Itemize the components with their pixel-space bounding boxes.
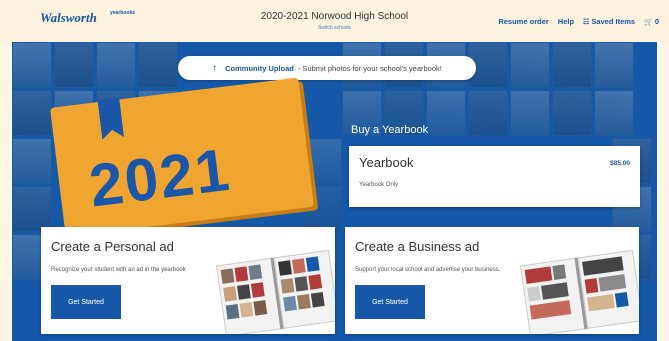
yearbook-product-card[interactable]: Yearbook $85.00 Yearbook Only (349, 146, 640, 207)
magazine-ad (614, 292, 629, 308)
saved-items-link[interactable]: ☷ Saved Items (583, 17, 635, 26)
magazine-photo (294, 276, 309, 292)
magazine-photo (225, 303, 240, 320)
buy-yearbook-heading: Buy a Yearbook (351, 124, 429, 136)
business-ad-magazine-image (520, 249, 639, 334)
magazine-photo (250, 282, 265, 298)
magazine-ad (587, 293, 615, 312)
magazine-photo (248, 264, 263, 280)
community-upload-title: Community Upload (225, 63, 294, 73)
personal-ad-card: Create a Personal ad Recognize your stud… (41, 227, 335, 334)
cart-link[interactable]: 🛒 0 (644, 17, 659, 26)
business-ad-title: Create a Business ad (355, 239, 480, 254)
magazine-ad (529, 300, 572, 320)
magazine-ad (524, 266, 553, 284)
upload-arrow-icon: ↑ (212, 62, 218, 74)
magazine-page (273, 249, 335, 329)
magazine-ad (584, 278, 599, 294)
personal-ad-get-started-button[interactable]: Get Started (51, 285, 121, 319)
personal-ad-magazine-image (216, 249, 335, 334)
list-icon: ☷ (583, 18, 590, 26)
magazine-photo (253, 300, 268, 316)
magazine-ad (541, 282, 569, 300)
magazine-ad (598, 274, 627, 292)
magazine-ad (582, 256, 624, 276)
magazine-ad (552, 264, 567, 280)
header-nav: Resume order Help ☷ Saved Items 🛒 0 (498, 17, 659, 26)
magazine-photo (283, 295, 297, 312)
magazine-photo (278, 260, 292, 276)
magazine-photo (291, 258, 306, 274)
magazine-photo (234, 266, 249, 282)
yearbook-price: $85.00 (610, 160, 630, 167)
magazine-photo (280, 278, 295, 294)
cart-count: 0 (654, 17, 659, 26)
business-ad-description: Support your local school and advertise … (355, 267, 501, 273)
help-link[interactable]: Help (558, 17, 574, 26)
community-upload-banner[interactable]: ↑ Community Upload - Submit photos for y… (178, 56, 476, 80)
magazine-photo (220, 268, 235, 284)
magazine-photo (239, 302, 254, 318)
personal-ad-description: Recognize your student with an ad in the… (51, 267, 186, 273)
magazine-photo (308, 274, 323, 290)
yearbook-subtitle: Yearbook Only (359, 182, 399, 188)
magazine-photo (237, 284, 251, 300)
magazine-photo (310, 292, 325, 308)
business-ad-card: Create a Business ad Support your local … (345, 227, 639, 334)
cart-icon: 🛒 (644, 18, 653, 26)
resume-order-link[interactable]: Resume order (498, 17, 548, 26)
saved-items-label: Saved Items (591, 17, 636, 26)
magazine-ad (527, 286, 542, 302)
top-bar: Walsworth yearbooks 2020-2021 Norwood Hi… (0, 0, 669, 42)
community-upload-text: - Submit photos for your school's yearbo… (297, 63, 442, 73)
personal-ad-title: Create a Personal ad (51, 239, 174, 254)
magazine-photo (223, 286, 238, 302)
magazine-photo (305, 256, 320, 272)
yearbook-title: Yearbook (359, 155, 414, 170)
magazine-page (577, 249, 639, 329)
business-ad-get-started-button[interactable]: Get Started (355, 285, 425, 319)
magazine-photo (296, 293, 311, 310)
